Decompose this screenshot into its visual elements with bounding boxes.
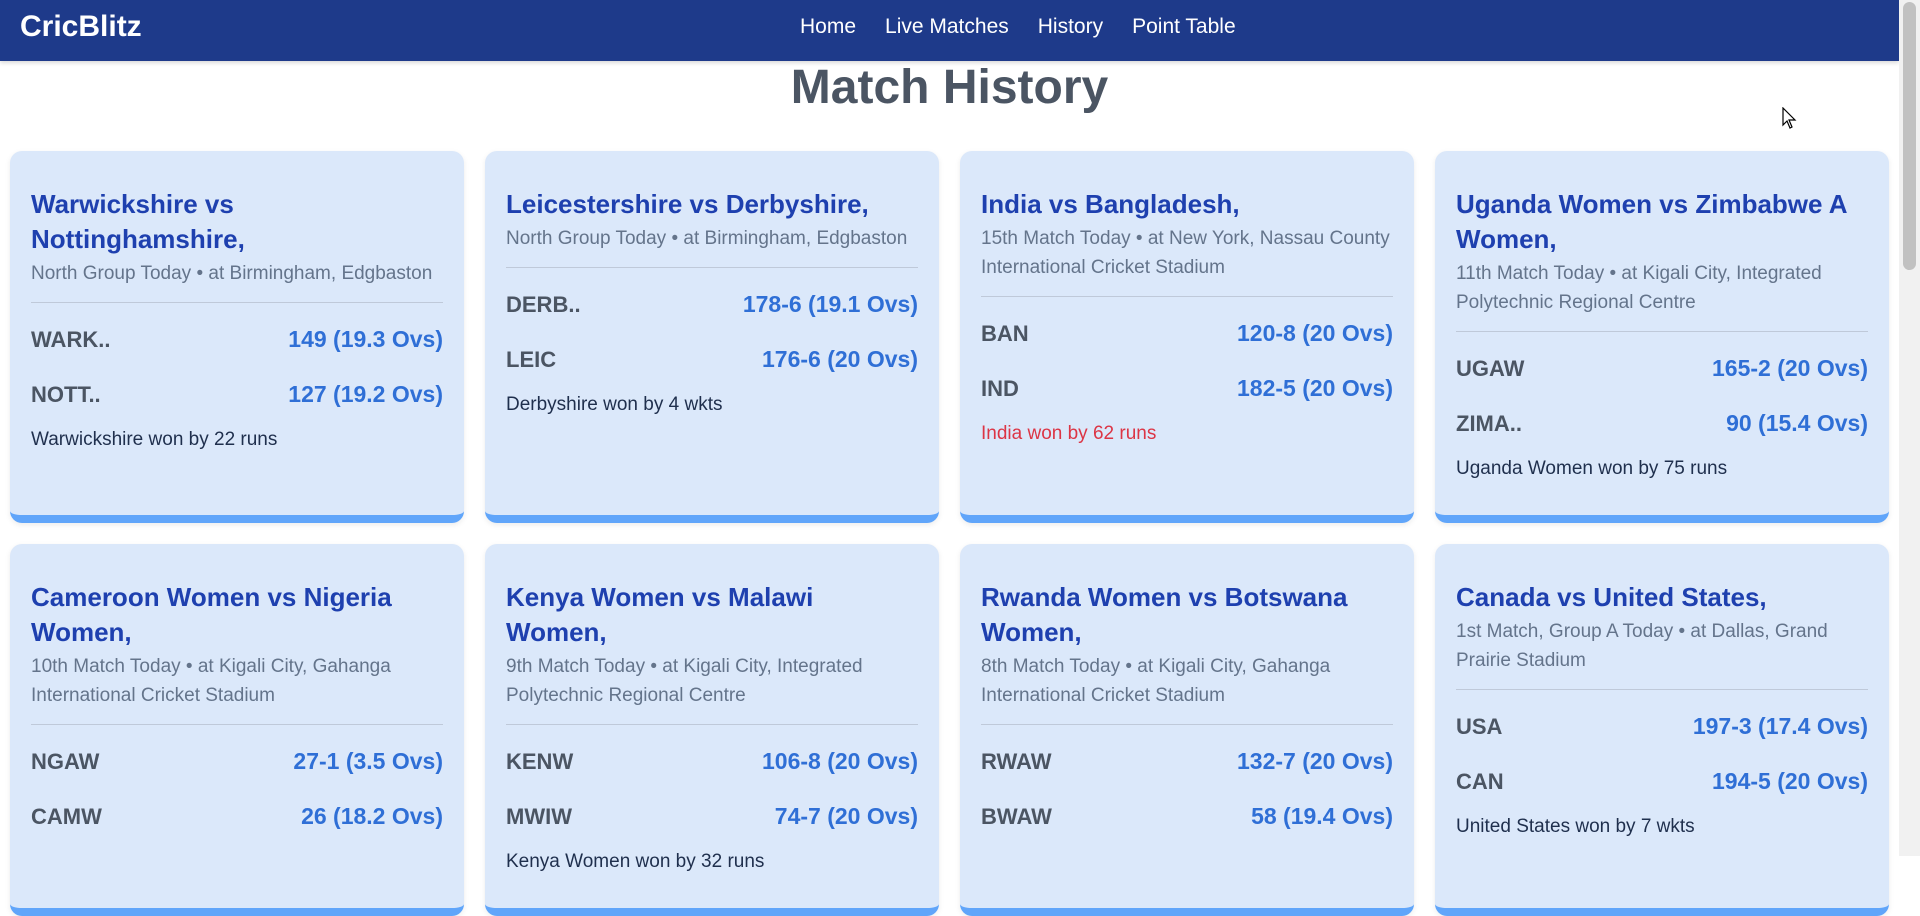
- match-subtitle: 11th Match Today • at Kigali City, Integ…: [1456, 263, 1822, 313]
- page-scrollbar[interactable]: [1899, 0, 1920, 856]
- match-card[interactable]: Canada vs United States, 1st Match, Grou…: [1435, 544, 1889, 916]
- match-result: Kenya Women won by 32 runs: [506, 851, 765, 872]
- nav-point-table[interactable]: Point Table: [1132, 15, 1236, 39]
- page-title: Match History: [790, 61, 1109, 114]
- team-score: 182-5 (20 Ovs): [1237, 375, 1393, 401]
- match-result: Derbyshire won by 4 wkts: [506, 394, 723, 415]
- match-subtitle: 9th Match Today • at Kigali City, Integr…: [506, 656, 863, 706]
- team-abbr: IND: [981, 375, 1019, 401]
- mouse-cursor-icon: [1782, 107, 1797, 129]
- match-card[interactable]: Kenya Women vs Malawi Women, 9th Match T…: [485, 544, 939, 916]
- match-grid: Warwickshire vs Nottinghamshire, North G…: [10, 151, 1889, 916]
- team-abbr: WARK..: [31, 326, 111, 352]
- match-result: Warwickshire won by 22 runs: [31, 429, 278, 450]
- team-abbr: UGAW: [1456, 355, 1525, 381]
- team-score: 176-6 (20 Ovs): [762, 346, 918, 372]
- score-row: WARK.. 149 (19.3 Ovs): [31, 321, 443, 358]
- score-row: RWAW 132-7 (20 Ovs): [981, 743, 1393, 780]
- match-result: United States won by 7 wkts: [1456, 816, 1695, 837]
- team-abbr: RWAW: [981, 748, 1052, 774]
- team-score: 178-6 (19.1 Ovs): [742, 291, 918, 317]
- score-row: BWAW 58 (19.4 Ovs): [981, 798, 1393, 835]
- top-navbar: CricBlitz Home Live Matches History Poin…: [0, 0, 1899, 61]
- team-score: 127 (19.2 Ovs): [288, 381, 443, 407]
- team-score: 132-7 (20 Ovs): [1237, 748, 1393, 774]
- score-row: IND 182-5 (20 Ovs): [981, 370, 1393, 407]
- team-abbr: BWAW: [981, 803, 1052, 829]
- match-card[interactable]: Uganda Women vs Zimbabwe A Women, 11th M…: [1435, 151, 1889, 523]
- card-divider: [981, 724, 1393, 725]
- match-title[interactable]: Uganda Women vs Zimbabwe A Women,: [1456, 187, 1868, 257]
- scrollbar-thumb[interactable]: [1903, 2, 1916, 270]
- nav-live-matches[interactable]: Live Matches: [885, 15, 1009, 39]
- nav-links: Home Live Matches History Point Table: [800, 15, 1236, 39]
- score-row: USA 197-3 (17.4 Ovs): [1456, 708, 1868, 745]
- match-card[interactable]: Rwanda Women vs Botswana Women, 8th Matc…: [960, 544, 1414, 916]
- card-divider: [31, 724, 443, 725]
- score-row: NOTT.. 127 (19.2 Ovs): [31, 376, 443, 413]
- score-row: CAMW 26 (18.2 Ovs): [31, 798, 443, 835]
- match-subtitle: 15th Match Today • at New York, Nassau C…: [981, 228, 1390, 278]
- team-abbr: MWIW: [506, 803, 572, 829]
- card-divider: [506, 724, 918, 725]
- team-abbr: BAN: [981, 320, 1029, 346]
- team-abbr: CAN: [1456, 768, 1504, 794]
- match-subtitle: 1st Match, Group A Today • at Dallas, Gr…: [1456, 621, 1828, 671]
- score-row: MWIW 74-7 (20 Ovs): [506, 798, 918, 835]
- score-row: BAN 120-8 (20 Ovs): [981, 315, 1393, 352]
- card-divider: [31, 302, 443, 303]
- match-title[interactable]: Canada vs United States,: [1456, 580, 1868, 615]
- match-card[interactable]: Leicestershire vs Derbyshire, North Grou…: [485, 151, 939, 523]
- match-title[interactable]: Rwanda Women vs Botswana Women,: [981, 580, 1393, 650]
- match-subtitle: North Group Today • at Birmingham, Edgba…: [506, 228, 908, 249]
- score-row: CAN 194-5 (20 Ovs): [1456, 763, 1868, 800]
- card-divider: [1456, 331, 1868, 332]
- team-score: 194-5 (20 Ovs): [1712, 768, 1868, 794]
- nav-home[interactable]: Home: [800, 15, 856, 39]
- team-abbr: NOTT..: [31, 381, 101, 407]
- card-divider: [1456, 689, 1868, 690]
- card-divider: [981, 296, 1393, 297]
- team-abbr: LEIC: [506, 346, 557, 372]
- team-abbr: ZIMA..: [1456, 410, 1522, 436]
- match-title[interactable]: India vs Bangladesh,: [981, 187, 1393, 222]
- brand-logo[interactable]: CricBlitz: [20, 10, 142, 44]
- team-score: 26 (18.2 Ovs): [301, 803, 443, 829]
- match-title[interactable]: Warwickshire vs Nottinghamshire,: [31, 187, 443, 257]
- team-score: 106-8 (20 Ovs): [762, 748, 918, 774]
- team-score: 27-1 (3.5 Ovs): [293, 748, 443, 774]
- card-divider: [506, 267, 918, 268]
- score-row: UGAW 165-2 (20 Ovs): [1456, 350, 1868, 387]
- team-score: 120-8 (20 Ovs): [1237, 320, 1393, 346]
- match-title[interactable]: Kenya Women vs Malawi Women,: [506, 580, 918, 650]
- match-card[interactable]: India vs Bangladesh, 15th Match Today • …: [960, 151, 1414, 523]
- match-card[interactable]: Cameroon Women vs Nigeria Women, 10th Ma…: [10, 544, 464, 916]
- match-result: India won by 62 runs: [981, 423, 1157, 444]
- nav-history[interactable]: History: [1038, 15, 1103, 39]
- team-abbr: DERB..: [506, 291, 581, 317]
- team-abbr: KENW: [506, 748, 574, 774]
- score-row: KENW 106-8 (20 Ovs): [506, 743, 918, 780]
- match-title[interactable]: Cameroon Women vs Nigeria Women,: [31, 580, 443, 650]
- match-result: Uganda Women won by 75 runs: [1456, 458, 1728, 479]
- score-row: ZIMA.. 90 (15.4 Ovs): [1456, 405, 1868, 442]
- match-title[interactable]: Leicestershire vs Derbyshire,: [506, 187, 918, 222]
- match-subtitle: North Group Today • at Birmingham, Edgba…: [31, 263, 433, 284]
- team-score: 58 (19.4 Ovs): [1251, 803, 1393, 829]
- team-abbr: USA: [1456, 713, 1503, 739]
- match-card[interactable]: Warwickshire vs Nottinghamshire, North G…: [10, 151, 464, 523]
- score-row: LEIC 176-6 (20 Ovs): [506, 341, 918, 378]
- team-score: 197-3 (17.4 Ovs): [1692, 713, 1868, 739]
- team-score: 165-2 (20 Ovs): [1712, 355, 1868, 381]
- team-abbr: NGAW: [31, 748, 100, 774]
- team-score: 74-7 (20 Ovs): [774, 803, 918, 829]
- score-row: DERB.. 178-6 (19.1 Ovs): [506, 286, 918, 323]
- team-score: 90 (15.4 Ovs): [1726, 410, 1868, 436]
- match-subtitle: 8th Match Today • at Kigali City, Gahang…: [981, 656, 1331, 706]
- score-row: NGAW 27-1 (3.5 Ovs): [31, 743, 443, 780]
- match-subtitle: 10th Match Today • at Kigali City, Gahan…: [31, 656, 391, 706]
- team-score: 149 (19.3 Ovs): [288, 326, 443, 352]
- team-abbr: CAMW: [31, 803, 102, 829]
